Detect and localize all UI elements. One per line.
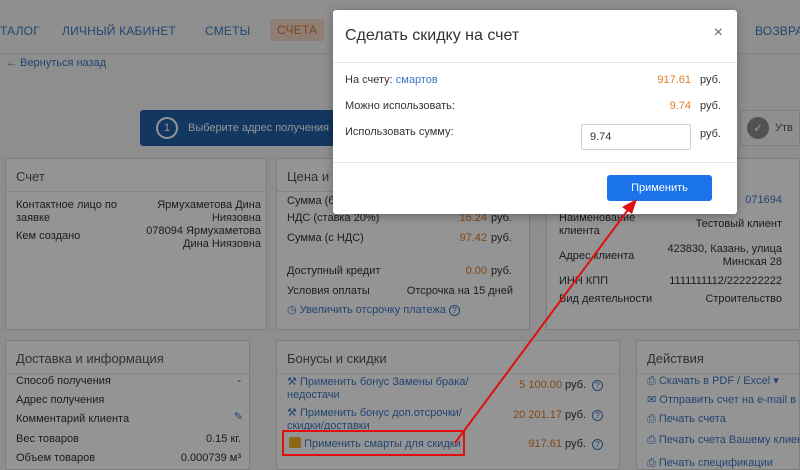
can-use-value: 9.74 [669,100,691,112]
use-sum-label: Использовать сумму: [345,126,454,138]
divider [333,162,737,163]
use-sum-input[interactable] [581,124,691,150]
on-account-row: На счету: смартов [345,74,438,86]
unit-label: руб. [700,100,721,112]
unit-label: руб. [700,128,721,140]
unit-label: руб. [700,74,721,86]
modal-title: Сделать скидку на счет [345,27,520,44]
discount-modal: Сделать скидку на счет × На счету: смарт… [333,10,737,214]
can-use-label: Можно использовать: [345,100,455,112]
apply-button[interactable]: Применить [607,175,712,201]
on-account-value: 917.61 [657,74,691,86]
close-icon[interactable]: × [714,24,723,42]
annotation-highlight [282,430,465,456]
smarts-link[interactable]: смартов [396,74,438,86]
divider [333,62,737,63]
